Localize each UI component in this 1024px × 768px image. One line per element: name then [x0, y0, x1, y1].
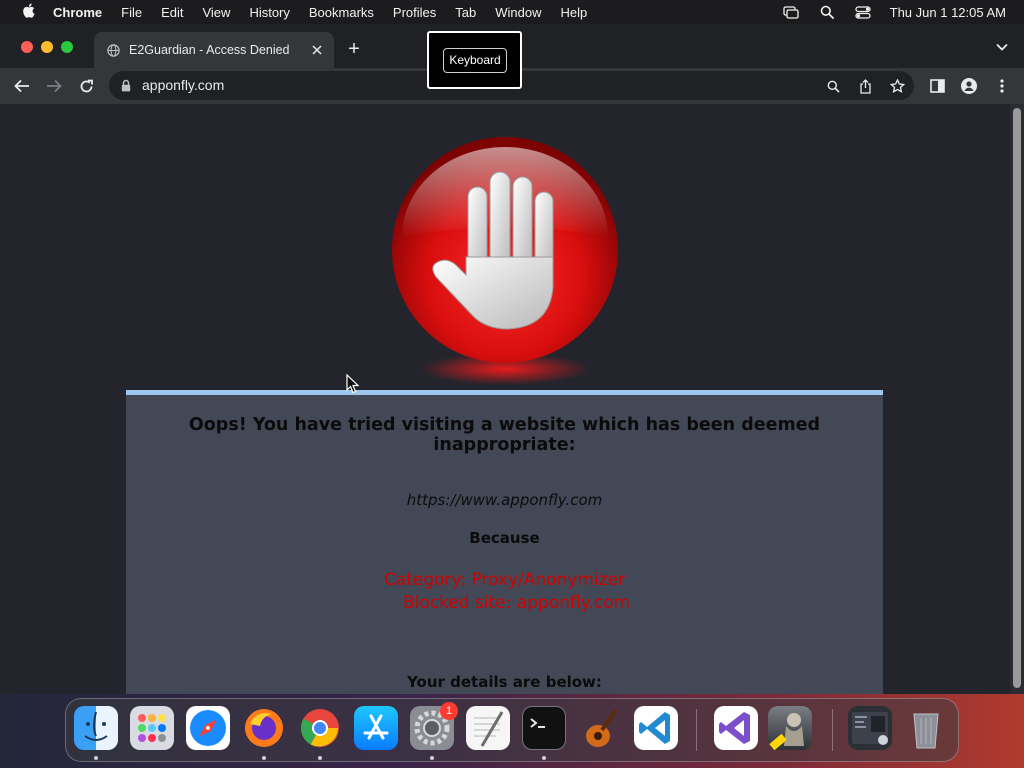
finder-running-indicator — [94, 756, 98, 760]
settings-notification-badge: 1 — [440, 702, 458, 720]
control-center-icon[interactable] — [854, 5, 872, 19]
profile-avatar-icon[interactable] — [960, 78, 978, 94]
launchpad-icon[interactable] — [130, 706, 174, 750]
settings-running-indicator — [430, 756, 434, 760]
menu-history[interactable]: History — [249, 5, 289, 20]
page-content: Oops! You have tried visiting a website … — [0, 104, 1010, 694]
reload-icon[interactable] — [76, 76, 96, 96]
screen-mirroring-icon[interactable] — [782, 5, 800, 19]
address-bar-url[interactable]: apponfly.com — [142, 77, 224, 93]
more-menu-icon[interactable] — [993, 78, 1011, 94]
menu-bar: Chrome File Edit View History Bookmarks … — [0, 0, 1024, 24]
block-heading: Oops! You have tried visiting a website … — [188, 415, 821, 455]
menu-app-name[interactable]: Chrome — [53, 5, 102, 20]
menu-view[interactable]: View — [202, 5, 230, 20]
zoom-search-icon[interactable] — [825, 78, 841, 94]
menu-bookmarks[interactable]: Bookmarks — [309, 5, 374, 20]
window-fullscreen-button[interactable] — [61, 41, 73, 53]
finder-icon[interactable] — [74, 706, 118, 750]
menu-bar-clock[interactable]: Thu Jun 1 12:05 AM — [890, 5, 1006, 20]
share-icon[interactable] — [857, 78, 873, 94]
dock — [65, 698, 959, 762]
menu-window[interactable]: Window — [495, 5, 541, 20]
vscode-icon[interactable] — [634, 706, 678, 750]
keyboard-tooltip: Keyboard — [427, 31, 522, 89]
chess-icon[interactable] — [768, 706, 812, 751]
page-scrollbar[interactable] — [1010, 104, 1024, 694]
menu-edit[interactable]: Edit — [161, 5, 183, 20]
dock-separator — [696, 709, 697, 751]
block-reason-site: Blocked site: apponfly.com — [402, 593, 631, 613]
screenshot-stack-icon[interactable] — [848, 706, 892, 750]
block-reason-category: Category: Proxy/Anonymizer — [383, 570, 626, 590]
firefox-running-indicator — [262, 756, 266, 760]
details-heading: Your details are below: — [407, 673, 602, 691]
safari-icon[interactable] — [186, 706, 230, 750]
globe-icon — [106, 43, 120, 57]
spotlight-search-icon[interactable] — [818, 5, 836, 19]
terminal-icon[interactable] — [522, 706, 566, 750]
scrollbar-thumb[interactable] — [1013, 108, 1021, 688]
tab-title: E2Guardian - Access Denied — [129, 43, 290, 57]
terminal-running-indicator — [542, 756, 546, 760]
menu-help[interactable]: Help — [561, 5, 588, 20]
because-label: Because — [469, 529, 540, 547]
blocked-url: https://www.apponfly.com — [406, 491, 603, 509]
lock-icon[interactable] — [121, 79, 131, 92]
menu-file[interactable]: File — [121, 5, 142, 20]
window-close-button[interactable] — [21, 41, 33, 53]
new-tab-button[interactable]: + — [344, 39, 364, 59]
chrome-running-indicator — [318, 756, 322, 760]
dock-separator-2 — [832, 709, 833, 751]
apple-menu-icon[interactable] — [18, 3, 38, 21]
bookmark-star-icon[interactable] — [889, 78, 905, 94]
mouse-pointer-icon — [346, 373, 360, 394]
forward-arrow-icon[interactable] — [44, 76, 64, 96]
textedit-icon[interactable] — [466, 706, 510, 750]
access-denied-panel: Oops! You have tried visiting a website … — [126, 390, 883, 694]
menu-profiles[interactable]: Profiles — [393, 5, 436, 20]
app-store-icon[interactable] — [354, 706, 398, 750]
tab-close-icon[interactable] — [309, 42, 325, 58]
visual-studio-icon[interactable] — [714, 706, 758, 750]
tab-search-chevron-icon[interactable] — [994, 39, 1010, 55]
trash-icon[interactable] — [904, 706, 948, 750]
tab-active[interactable]: E2Guardian - Access Denied — [94, 32, 334, 68]
garageband-icon[interactable] — [578, 706, 622, 750]
back-arrow-icon[interactable] — [12, 76, 32, 96]
chrome-icon[interactable] — [298, 706, 342, 750]
side-panel-icon[interactable] — [928, 78, 946, 94]
window-minimize-button[interactable] — [41, 41, 53, 53]
keyboard-tooltip-label: Keyboard — [443, 48, 507, 73]
browser-window: E2Guardian - Access Denied + apponfly.co… — [0, 24, 1024, 694]
stop-hand-icon — [390, 137, 620, 387]
menu-tab[interactable]: Tab — [455, 5, 476, 20]
firefox-icon[interactable] — [242, 706, 286, 750]
